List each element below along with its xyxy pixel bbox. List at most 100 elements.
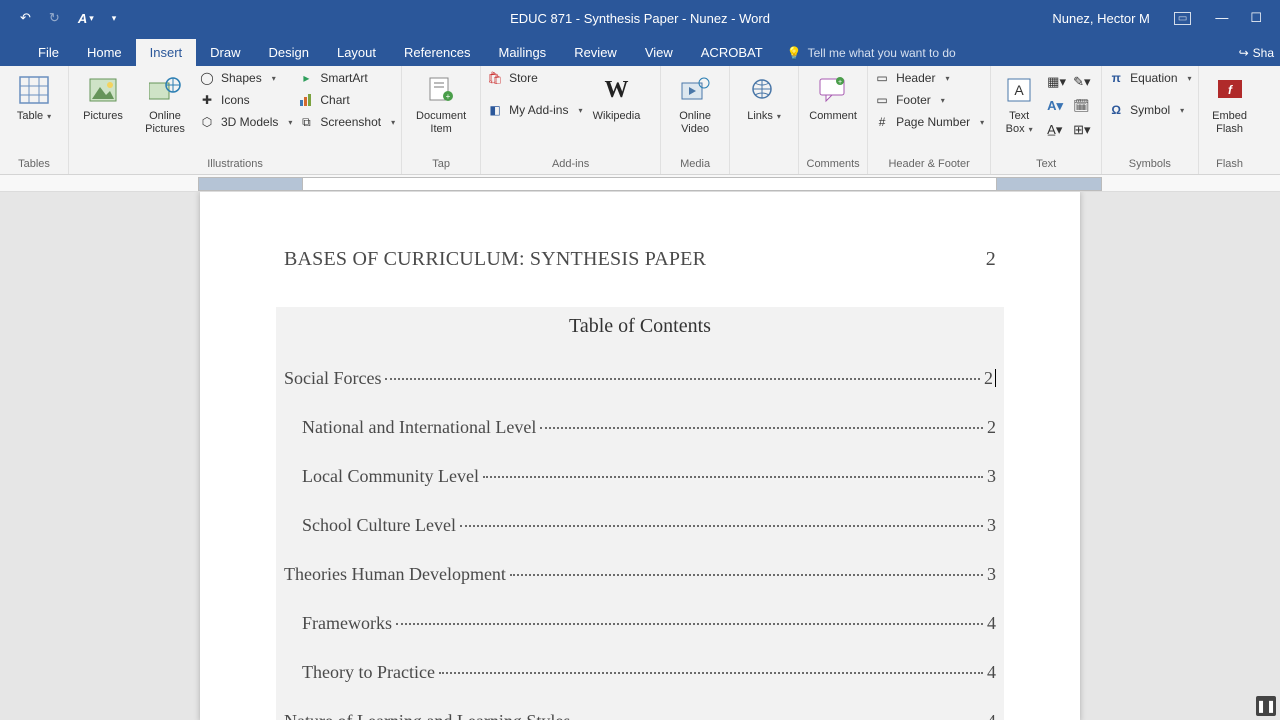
footer-button[interactable]: ▭Footer xyxy=(874,92,984,108)
tab-file[interactable]: File xyxy=(24,39,73,66)
drop-cap-button[interactable]: A̲▾ xyxy=(1047,122,1069,142)
smartart-icon: ▸ xyxy=(298,70,314,86)
object-button[interactable]: ⊞▾ xyxy=(1073,122,1095,142)
icons-button[interactable]: ✚Icons xyxy=(199,92,292,108)
group-label-links xyxy=(736,170,792,172)
online-video-button[interactable]: Online Video xyxy=(667,70,723,136)
toc-entry[interactable]: Theory to Practice 4 xyxy=(284,662,996,683)
toc-entry-text: Theories Human Development xyxy=(284,564,506,585)
screenshot-icon: ⧉ xyxy=(298,114,314,130)
footer-label: Footer xyxy=(896,93,931,107)
toc-entry[interactable]: Local Community Level3 xyxy=(284,466,996,487)
table-button[interactable]: Table xyxy=(6,70,62,123)
ribbon-tabs: File Home Insert Draw Design Layout Refe… xyxy=(0,36,1280,66)
table-of-contents[interactable]: Table of Contents Social Forces2National… xyxy=(276,307,1004,720)
equation-button[interactable]: πEquation xyxy=(1108,70,1191,86)
date-time-button[interactable]: 🗓 xyxy=(1073,98,1095,118)
screenshot-label: Screenshot xyxy=(320,115,381,129)
toc-leader-dots xyxy=(460,525,983,527)
comment-button[interactable]: + Comment xyxy=(805,70,861,123)
toc-leader-dots xyxy=(439,672,983,674)
tab-references[interactable]: References xyxy=(390,39,484,66)
horizontal-ruler[interactable] xyxy=(0,175,1280,192)
header-button[interactable]: ▭ Header xyxy=(874,70,984,86)
toc-entry[interactable]: Frameworks4 xyxy=(284,613,996,634)
chart-button[interactable]: Chart xyxy=(298,92,395,108)
shapes-label: Shapes xyxy=(221,71,262,85)
links-label: Links xyxy=(747,110,781,123)
toc-entry[interactable]: Theories Human Development3 xyxy=(284,564,996,585)
links-button[interactable]: Links xyxy=(736,70,792,123)
share-label: Sha xyxy=(1253,46,1274,60)
flash-icon: f xyxy=(1214,74,1246,106)
group-media: Online Video Media xyxy=(661,66,730,174)
header-icon: ▭ xyxy=(874,70,890,86)
font-style-icon: A xyxy=(78,11,87,26)
tab-view[interactable]: View xyxy=(631,39,687,66)
maximize-button[interactable]: ☐ xyxy=(1250,10,1262,26)
page-number-button[interactable]: #Page Number xyxy=(874,114,984,130)
document-item-icon: + xyxy=(425,74,457,106)
store-button[interactable]: 🛍Store xyxy=(487,70,582,86)
ribbon-display-options-icon[interactable]: ▭ xyxy=(1174,12,1191,25)
toc-entry[interactable]: National and International Level2 xyxy=(284,417,996,438)
toc-entry[interactable]: Social Forces2 xyxy=(284,366,996,389)
toc-entry-page: 4 xyxy=(987,662,996,683)
3d-models-button[interactable]: ⬡3D Models xyxy=(199,114,292,130)
signature-line-button[interactable]: ✎▾ xyxy=(1073,74,1095,94)
group-label-tap: Tap xyxy=(408,158,474,172)
toc-entry-text: Theory to Practice xyxy=(302,662,435,683)
svg-text:+: + xyxy=(446,92,451,101)
document-item-label: Document Item xyxy=(408,110,474,136)
icons-icon: ✚ xyxy=(199,92,215,108)
undo-button[interactable]: ↶ xyxy=(20,10,31,26)
embed-flash-button[interactable]: f Embed Flash xyxy=(1205,70,1255,136)
tab-acrobat[interactable]: ACROBAT xyxy=(687,39,777,66)
document-page[interactable]: BASES OF CURRICULUM: SYNTHESIS PAPER 2 T… xyxy=(200,192,1080,720)
running-head-text: BASES OF CURRICULUM: SYNTHESIS PAPER xyxy=(284,248,706,271)
toc-entry[interactable]: Nature of Learning and Learning Styles4 xyxy=(284,711,996,720)
page-number-label: Page Number xyxy=(896,115,970,129)
toc-entry-page: 3 xyxy=(987,466,996,487)
tab-draw[interactable]: Draw xyxy=(196,39,254,66)
tab-mailings[interactable]: Mailings xyxy=(485,39,561,66)
tell-me-search[interactable]: 💡 Tell me what you want to do xyxy=(787,46,956,66)
group-label-comments: Comments xyxy=(805,158,861,172)
pictures-button[interactable]: Pictures xyxy=(75,70,131,123)
qat-more-button[interactable]: ▾ xyxy=(112,13,117,24)
document-canvas[interactable]: BASES OF CURRICULUM: SYNTHESIS PAPER 2 T… xyxy=(0,192,1280,720)
share-button[interactable]: ↪ Sha xyxy=(1239,46,1274,60)
user-name[interactable]: Nunez, Hector M xyxy=(1052,11,1150,26)
redo-button[interactable]: ↻ xyxy=(49,10,60,26)
wikipedia-button[interactable]: W Wikipedia xyxy=(588,70,644,123)
my-addins-button[interactable]: ◧My Add-ins xyxy=(487,102,582,118)
group-links: Links xyxy=(730,66,799,174)
tab-home[interactable]: Home xyxy=(73,39,136,66)
screenshot-button[interactable]: ⧉ Screenshot xyxy=(298,114,395,130)
smartart-button[interactable]: ▸SmartArt xyxy=(298,70,395,86)
quick-parts-button[interactable]: ▦▾ xyxy=(1047,74,1069,94)
date-time-icon: 🗓 xyxy=(1073,98,1090,113)
links-icon xyxy=(748,74,780,106)
toc-entry[interactable]: School Culture Level3 xyxy=(284,515,996,536)
pictures-icon xyxy=(87,74,119,106)
text-box-icon: A xyxy=(1003,74,1035,106)
table-label: Table xyxy=(17,110,51,123)
minimize-button[interactable]: — xyxy=(1215,10,1228,26)
group-label-text: Text xyxy=(997,158,1095,172)
font-style-button[interactable]: A▾ xyxy=(78,11,94,26)
document-item-button[interactable]: + Document Item xyxy=(408,70,474,136)
tab-design[interactable]: Design xyxy=(255,39,323,66)
text-box-button[interactable]: A Text Box xyxy=(997,70,1041,136)
shapes-button[interactable]: ◯ Shapes xyxy=(199,70,292,86)
tab-layout[interactable]: Layout xyxy=(323,39,390,66)
wordart-button[interactable]: A▾ xyxy=(1047,98,1069,118)
toc-leader-dots xyxy=(540,427,983,429)
tab-insert[interactable]: Insert xyxy=(136,39,197,66)
header-label: Header xyxy=(896,71,935,85)
equation-icon: π xyxy=(1108,70,1124,86)
shapes-icon: ◯ xyxy=(199,70,215,86)
symbol-button[interactable]: ΩSymbol xyxy=(1108,102,1191,118)
online-pictures-button[interactable]: Online Pictures xyxy=(137,70,193,136)
tab-review[interactable]: Review xyxy=(560,39,631,66)
